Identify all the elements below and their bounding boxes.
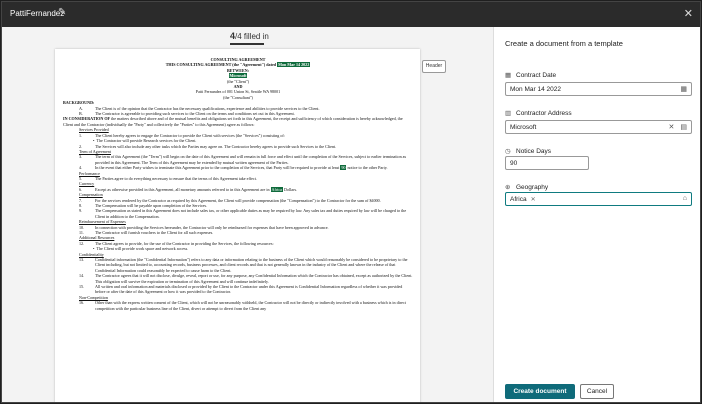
close-icon[interactable]: ✕ bbox=[684, 7, 693, 20]
globe-icon: ⊕ bbox=[505, 184, 511, 191]
region-placeholder[interactable]: Africa bbox=[270, 186, 283, 192]
fill-progress: 4/4 filled in bbox=[230, 31, 269, 41]
clause: 16. Other than with the express written c… bbox=[79, 300, 406, 311]
clock-icon: ◷ bbox=[505, 148, 511, 155]
header-button[interactable]: Header bbox=[422, 60, 446, 73]
clause: 14. The Contractor agrees that it will no… bbox=[79, 273, 413, 284]
clause: 15. All written and oral information and … bbox=[79, 284, 403, 295]
geography-tag: Africa ✕ bbox=[510, 195, 536, 203]
notice-days-field[interactable]: 90 bbox=[505, 156, 589, 170]
panel-title: Create a document from a template bbox=[505, 39, 623, 48]
filled-total: /4 filled in bbox=[235, 32, 269, 41]
contract-date-field[interactable]: Mon Mar 14 2022 ▦ bbox=[505, 82, 692, 96]
clause: 13. Confidential information (the "Confid… bbox=[79, 257, 408, 273]
building-icon: ▥ bbox=[505, 110, 512, 117]
clear-icon[interactable]: ✕ bbox=[669, 123, 675, 131]
contractor-address-field[interactable]: Microsoft ✕ ▤ bbox=[505, 120, 692, 134]
progress-underline bbox=[230, 43, 264, 45]
remove-tag-icon[interactable]: ✕ bbox=[531, 196, 536, 203]
notice-days-label: ◷ Notice Days bbox=[505, 147, 552, 156]
contract-date-label: ▦ Contract Date bbox=[505, 71, 557, 80]
client-placeholder[interactable]: Microsoft bbox=[228, 73, 248, 79]
pencil-icon[interactable]: ✎ bbox=[58, 7, 66, 18]
date-placeholder[interactable]: Mon Mar 14 2022 bbox=[277, 62, 311, 68]
document-preview-pane[interactable]: 4/4 filled in Header CONSULTING AGREEMEN… bbox=[2, 27, 494, 402]
geography-field[interactable]: Africa ✕ ⌂ bbox=[505, 192, 692, 206]
consideration-paragraph: IN CONSIDERATION OF the matters describe… bbox=[63, 116, 403, 127]
clause: 4. In the event that either Party wishes … bbox=[79, 165, 388, 171]
clause: 3. The term of this Agreement (the "Term"… bbox=[79, 154, 407, 165]
clause: 9. The Compensation as stated in this Agr… bbox=[79, 208, 407, 219]
tag-icon[interactable]: ⌂ bbox=[683, 195, 687, 202]
create-document-button[interactable]: Create document bbox=[505, 384, 575, 399]
cancel-button[interactable]: Cancel bbox=[580, 384, 614, 399]
address-book-icon[interactable]: ▤ bbox=[680, 123, 687, 131]
contractor-address-label: ▥ Contractor Address bbox=[505, 109, 572, 118]
document-page: CONSULTING AGREEMENT THIS CONSULTING AGR… bbox=[55, 49, 420, 402]
calendar-icon: ▦ bbox=[505, 72, 512, 79]
template-dialog: PattiFernandez ✎ ✕ 4/4 filled in Header … bbox=[1, 1, 701, 403]
title-bar: PattiFernandez ✎ ✕ bbox=[2, 2, 700, 27]
document-name: PattiFernandez bbox=[10, 9, 65, 18]
geography-label: ⊕ Geography bbox=[505, 183, 549, 192]
calendar-picker-icon[interactable]: ▦ bbox=[680, 85, 687, 93]
template-fields-panel: Create a document from a template ▦ Contr… bbox=[495, 27, 700, 402]
document-body: CONSULTING AGREEMENT THIS CONSULTING AGR… bbox=[63, 57, 413, 311]
